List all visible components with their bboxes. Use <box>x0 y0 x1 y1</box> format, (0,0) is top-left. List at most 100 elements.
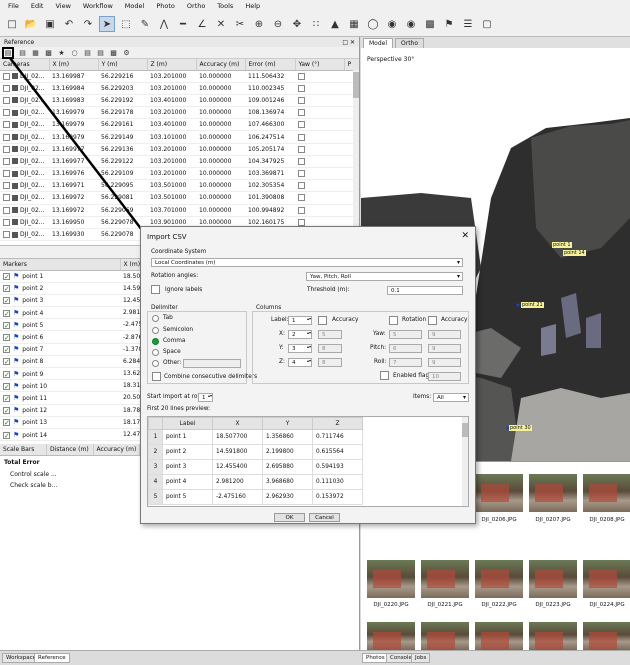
camera-value[interactable]: 13.169983 <box>49 94 98 108</box>
grid-icon[interactable]: ▦ <box>346 16 362 32</box>
delim-other-radio[interactable] <box>152 360 159 367</box>
yaw-cell[interactable] <box>295 118 344 132</box>
photo-thumbnail[interactable] <box>583 622 630 650</box>
tab-ortho[interactable]: Ortho <box>395 38 425 48</box>
x-col-spin[interactable]: 2 <box>288 330 312 339</box>
camera-col-header[interactable]: Y (m) <box>98 59 148 71</box>
mesh-icon[interactable]: ▲ <box>327 16 343 32</box>
table-row[interactable]: DJI_02... 13.169979 56.229161 103.401000 10.… <box>0 118 359 132</box>
delim-comma-radio[interactable] <box>152 338 159 345</box>
yaw-cell[interactable] <box>295 70 344 83</box>
camera-value[interactable]: 103.201000 <box>147 155 196 169</box>
rotation-checkbox[interactable] <box>389 316 398 325</box>
preview-col-x[interactable]: X <box>212 417 263 430</box>
marker-checkbox[interactable] <box>3 309 10 317</box>
accuracy-header[interactable]: Accuracy (m) <box>93 444 140 456</box>
table-row[interactable]: DJI_02... 13.169984 56.229203 103.201000 10.… <box>0 82 359 95</box>
camera-checkbox[interactable] <box>3 121 10 129</box>
y-acc-input[interactable]: 8 <box>318 344 342 353</box>
camera-value[interactable]: 56.229178 <box>98 106 147 120</box>
camera-checkbox[interactable] <box>3 109 10 117</box>
save-icon[interactable]: ▣ <box>42 16 58 32</box>
camera-checkbox[interactable] <box>3 157 10 165</box>
camera-col-header[interactable]: X (m) <box>49 59 99 71</box>
photo-icon[interactable]: ▩ <box>422 16 438 32</box>
pitch-acc-input[interactable]: 9 <box>428 344 461 353</box>
camera-value[interactable]: 56.229192 <box>98 94 147 108</box>
table-row[interactable]: 2 point 2 14.591800 2.199800 0.615564 <box>148 444 363 460</box>
navigation-icon[interactable]: ➤ <box>99 16 115 32</box>
menu-file[interactable]: File <box>8 2 19 10</box>
yaw-cell[interactable] <box>295 130 344 144</box>
move-icon[interactable]: ✥ <box>289 16 305 32</box>
camera-value[interactable]: 56.229122 <box>98 155 147 169</box>
table-row[interactable]: DJI_02... 13.169971 56.229095 103.501000 10.… <box>0 179 359 193</box>
star-icon[interactable]: ★ <box>57 48 66 57</box>
camera-value[interactable]: 111.506432 <box>245 70 295 83</box>
delim-other-input[interactable] <box>183 359 241 368</box>
camera-value[interactable]: 104.347925 <box>245 155 295 169</box>
marker-checkbox[interactable] <box>3 346 10 354</box>
yaw-cell[interactable] <box>295 155 344 169</box>
table-row[interactable]: 3 point 3 12.455400 2.695880 0.594193 <box>148 459 363 475</box>
undo-icon[interactable]: ↶ <box>61 16 77 32</box>
camera-value[interactable]: 10.000000 <box>196 118 245 132</box>
yaw-checkbox[interactable] <box>298 182 305 190</box>
fullscreen-icon[interactable]: ▢ <box>479 16 495 32</box>
camera-value[interactable]: 103.201000 <box>147 70 196 83</box>
photo-thumbnail[interactable] <box>529 622 577 650</box>
camera-value[interactable]: 13.169987 <box>49 70 98 83</box>
shapes-icon[interactable]: ◯ <box>365 16 381 32</box>
camera-value[interactable]: 10.000000 <box>196 106 245 120</box>
camera-value[interactable]: 56.229095 <box>98 179 147 193</box>
camera-col-header[interactable]: Error (m) <box>245 59 296 71</box>
point-label-30[interactable]: point 30 <box>509 425 532 431</box>
camera-checkbox[interactable] <box>3 133 10 141</box>
roll-acc-input[interactable]: 9 <box>428 358 461 367</box>
export-reference-icon[interactable]: ▤ <box>18 48 27 57</box>
camera-value[interactable]: 13.169984 <box>49 82 98 95</box>
marker-checkbox[interactable] <box>3 382 10 390</box>
marker-checkbox[interactable] <box>3 431 10 439</box>
ignore-labels-checkbox[interactable] <box>151 285 160 294</box>
table-row[interactable]: 1 point 1 18.507700 1.356860 0.711746 <box>148 429 363 445</box>
import-reference-icon[interactable]: ▤ <box>2 46 14 59</box>
menu-ortho[interactable]: Ortho <box>187 2 205 10</box>
table-row[interactable]: DJI_02... 13.169979 56.229178 103.201000 10.… <box>0 106 359 120</box>
items-select[interactable]: All <box>433 393 469 402</box>
camera-value[interactable]: 103.201000 <box>147 106 196 120</box>
yaw-acc-input[interactable]: 9 <box>428 330 461 339</box>
camera-col-header[interactable]: P <box>344 59 359 71</box>
point-label-21[interactable]: point 21 <box>521 302 544 308</box>
table-row[interactable]: 5 point 5 -2.475160 2.962930 0.153972 <box>148 489 363 505</box>
yaw-checkbox[interactable] <box>298 109 305 117</box>
camera-value[interactable]: 13.169979 <box>49 106 98 120</box>
open-icon[interactable]: 📂 <box>23 16 39 32</box>
marker-checkbox[interactable] <box>3 407 10 415</box>
menu-workflow[interactable]: Workflow <box>83 2 113 10</box>
tab-model[interactable]: Model <box>363 38 394 48</box>
pitch-col-input[interactable]: 6 <box>389 344 422 353</box>
yaw-checkbox[interactable] <box>298 84 305 92</box>
camera-value[interactable]: 10.000000 <box>196 94 245 108</box>
points-icon[interactable]: ∷ <box>308 16 324 32</box>
camera-value[interactable]: 103.401000 <box>147 94 196 108</box>
photo-thumbnail[interactable] <box>367 560 415 598</box>
camera-value[interactable]: 13.169930 <box>49 228 98 242</box>
cameras-scrollbar[interactable] <box>353 70 359 245</box>
yaw-checkbox[interactable] <box>298 170 305 178</box>
camera-icon[interactable]: ◉ <box>403 16 419 32</box>
camera-value[interactable]: 56.229109 <box>98 167 147 181</box>
photo-thumbnail[interactable] <box>475 622 523 650</box>
marker-checkbox[interactable] <box>3 370 10 378</box>
yaw-cell[interactable] <box>295 82 344 95</box>
photo-thumbnail[interactable] <box>475 474 523 512</box>
rectangle-select-icon[interactable]: ⬚ <box>118 16 134 32</box>
camera-checkbox[interactable] <box>3 218 10 226</box>
camera-checkbox[interactable] <box>3 72 10 80</box>
y-col-spin[interactable]: 3 <box>288 344 312 353</box>
yaw-checkbox[interactable] <box>298 194 305 202</box>
point-label-1[interactable]: point 1 <box>552 242 572 248</box>
settings-icon[interactable]: ⚙ <box>122 48 131 57</box>
roll-col-input[interactable]: 7 <box>389 358 422 367</box>
